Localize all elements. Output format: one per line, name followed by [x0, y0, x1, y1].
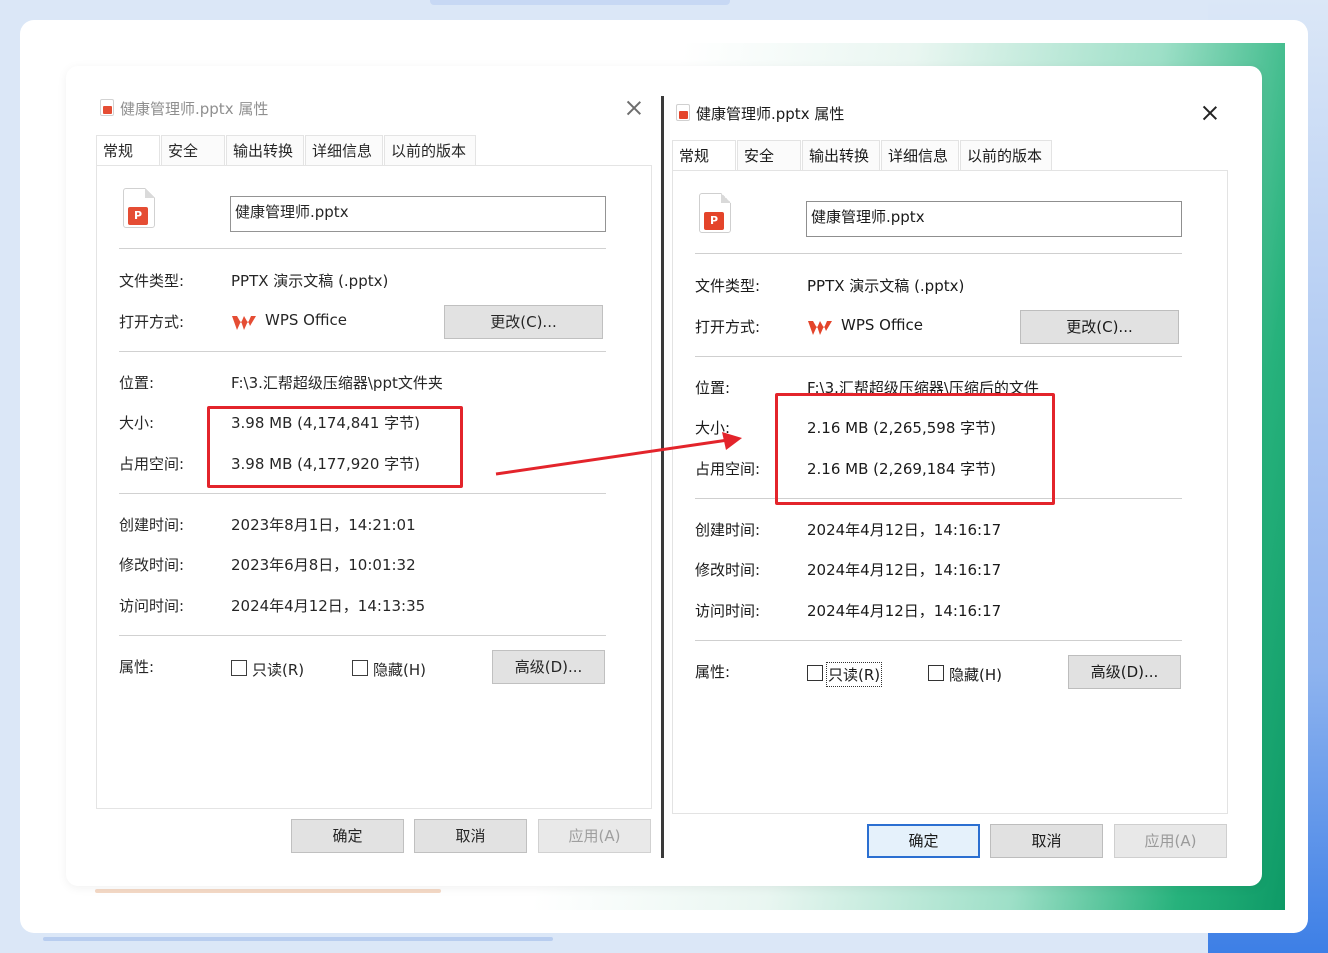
separator	[119, 635, 606, 636]
separator	[119, 351, 606, 352]
tab-general[interactable]: 常规	[96, 135, 160, 166]
modified-label: 修改时间:	[119, 556, 185, 574]
tab-bar: 常规 安全 输出转换 详细信息 以前的版本	[672, 140, 1053, 171]
opens-with-label: 打开方式:	[695, 318, 761, 336]
close-icon[interactable]	[1196, 99, 1224, 127]
change-button[interactable]: 更改(C)...	[444, 305, 603, 339]
modified-value: 2023年6月8日，10:01:32	[231, 556, 416, 574]
tab-bar: 常规 安全 输出转换 详细信息 以前的版本	[96, 135, 477, 166]
filename-field[interactable]: 健康管理师.pptx	[230, 196, 606, 232]
filename-field[interactable]: 健康管理师.pptx	[806, 201, 1182, 237]
change-button[interactable]: 更改(C)...	[1020, 310, 1179, 344]
type-label: 文件类型:	[695, 277, 761, 295]
separator	[695, 253, 1182, 254]
accessed-value: 2024年4月12日，14:13:35	[231, 597, 426, 615]
readonly-checkbox[interactable]	[807, 665, 823, 681]
tab-previous-versions[interactable]: 以前的版本	[960, 140, 1052, 170]
accessed-label: 访问时间:	[695, 602, 761, 620]
location-label: 位置:	[695, 379, 731, 397]
size-on-disk-label: 占用空间:	[119, 455, 185, 473]
readonly-checkbox-label[interactable]: 只读(R)	[825, 662, 883, 687]
cancel-button[interactable]: 取消	[990, 824, 1103, 858]
pptx-badge: P	[128, 207, 148, 225]
tab-output-convert[interactable]: 输出转换	[802, 140, 880, 170]
size-highlight-box-compressed	[775, 393, 1055, 505]
hidden-checkbox[interactable]	[928, 665, 944, 681]
advanced-button[interactable]: 高级(D)...	[492, 650, 605, 684]
location-label: 位置:	[119, 374, 155, 392]
tab-details[interactable]: 详细信息	[305, 135, 383, 165]
accessed-value: 2024年4月12日，14:16:17	[807, 602, 1002, 620]
type-value: PPTX 演示文稿 (.pptx)	[807, 277, 965, 295]
titlebar: 健康管理师.pptx 属性	[672, 95, 1228, 131]
dialog-title: 健康管理师.pptx 属性	[696, 105, 845, 123]
wps-logo-icon	[808, 321, 832, 335]
pptx-file-icon	[100, 99, 114, 116]
tab-previous-versions[interactable]: 以前的版本	[384, 135, 476, 165]
tab-general[interactable]: 常规	[672, 140, 736, 171]
opens-with-value: WPS Office	[841, 316, 923, 334]
tab-security[interactable]: 安全	[737, 140, 801, 170]
pptx-badge: P	[704, 212, 724, 230]
titlebar: 健康管理师.pptx 属性	[96, 90, 652, 126]
decor-line	[95, 889, 441, 893]
comparison-arrow-icon	[495, 432, 742, 476]
advanced-button[interactable]: 高级(D)...	[1068, 655, 1181, 689]
tab-output-convert[interactable]: 输出转换	[226, 135, 304, 165]
pptx-file-icon: P	[123, 188, 155, 228]
location-value: F:\3.汇帮超级压缩器\ppt文件夹	[231, 374, 443, 392]
apply-button[interactable]: 应用(A)	[538, 819, 651, 853]
pptx-file-icon: P	[699, 193, 731, 233]
size-label: 大小:	[119, 414, 155, 432]
created-label: 创建时间:	[119, 516, 185, 534]
hidden-checkbox[interactable]	[352, 660, 368, 676]
file-fold	[145, 188, 155, 198]
readonly-checkbox-label[interactable]: 只读(R)	[252, 659, 304, 680]
modified-label: 修改时间:	[695, 561, 761, 579]
file-fold	[721, 193, 731, 203]
separator	[695, 640, 1182, 641]
pptx-file-icon	[676, 104, 690, 121]
wps-logo-icon	[232, 316, 256, 330]
tab-security[interactable]: 安全	[161, 135, 225, 165]
close-icon[interactable]	[620, 94, 648, 122]
cancel-button[interactable]: 取消	[414, 819, 527, 853]
tab-details[interactable]: 详细信息	[881, 140, 959, 170]
apply-button[interactable]: 应用(A)	[1114, 824, 1227, 858]
separator	[119, 248, 606, 249]
created-label: 创建时间:	[695, 521, 761, 539]
ok-button[interactable]: 确定	[867, 824, 980, 858]
hidden-checkbox-label[interactable]: 隐藏(H)	[373, 659, 426, 680]
dialog-title: 健康管理师.pptx 属性	[120, 100, 269, 118]
opens-with-value: WPS Office	[265, 311, 347, 329]
type-label: 文件类型:	[119, 272, 185, 290]
size-highlight-box-original	[207, 406, 463, 488]
opens-with-label: 打开方式:	[119, 313, 185, 331]
attributes-label: 属性:	[119, 658, 155, 676]
decor-line	[43, 937, 553, 941]
ok-button[interactable]: 确定	[291, 819, 404, 853]
separator	[119, 493, 606, 494]
type-value: PPTX 演示文稿 (.pptx)	[231, 272, 389, 290]
readonly-checkbox[interactable]	[231, 660, 247, 676]
background-top-strip	[430, 0, 730, 5]
attributes-label: 属性:	[695, 663, 731, 681]
created-value: 2024年4月12日，14:16:17	[807, 521, 1002, 539]
created-value: 2023年8月1日，14:21:01	[231, 516, 416, 534]
separator	[695, 356, 1182, 357]
accessed-label: 访问时间:	[119, 597, 185, 615]
hidden-checkbox-label[interactable]: 隐藏(H)	[949, 664, 1002, 685]
modified-value: 2024年4月12日，14:16:17	[807, 561, 1002, 579]
